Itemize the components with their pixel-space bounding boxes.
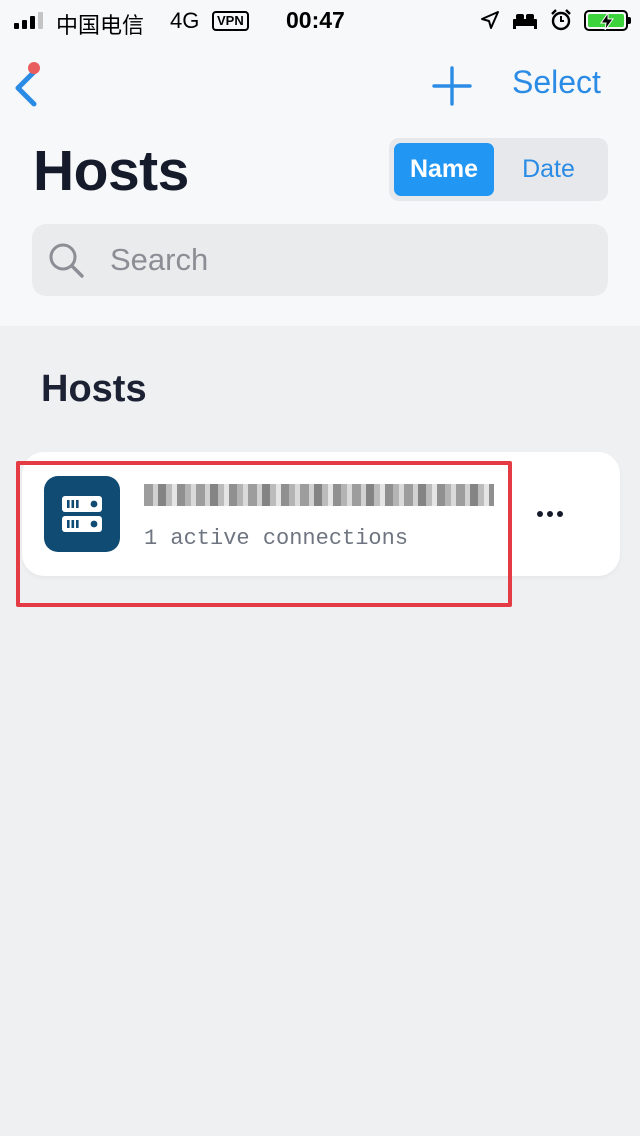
select-button[interactable]: Select (512, 64, 601, 101)
section-title: Hosts (41, 368, 147, 410)
sort-segmented-control: Name Date (389, 138, 608, 201)
search-input[interactable] (110, 242, 550, 278)
search-icon (49, 243, 84, 278)
status-icons (480, 8, 631, 32)
sort-by-name-tab[interactable]: Name (394, 143, 494, 196)
notification-dot (28, 62, 40, 74)
plus-icon (432, 66, 472, 106)
host-connection-status: 1 active connections (144, 526, 409, 551)
server-icon (44, 476, 120, 552)
add-host-button[interactable] (430, 64, 474, 108)
host-name-obscured (144, 484, 494, 506)
more-horizontal-icon (537, 511, 543, 517)
back-button[interactable] (10, 62, 50, 108)
host-list-item[interactable]: 1 active connections (22, 452, 620, 576)
page-title: Hosts (33, 139, 189, 203)
carrier-name: 中国电信 (56, 13, 145, 38)
vpn-badge: VPN (212, 11, 249, 31)
signal-strength-icon (14, 12, 43, 29)
network-type: 4G (170, 8, 200, 33)
sort-by-date-tab[interactable]: Date (494, 143, 603, 196)
location-icon (481, 11, 499, 29)
status-time: 00:47 (286, 7, 345, 33)
header: Select Hosts Name Date (0, 40, 640, 326)
search-bar[interactable] (32, 224, 608, 296)
alarm-clock-icon (551, 9, 571, 31)
status-bar: 中国电信 4G VPN 00:47 (0, 0, 640, 40)
battery-icon (584, 9, 631, 31)
sleep-bed-icon (513, 14, 537, 29)
more-options-button[interactable] (528, 500, 572, 528)
